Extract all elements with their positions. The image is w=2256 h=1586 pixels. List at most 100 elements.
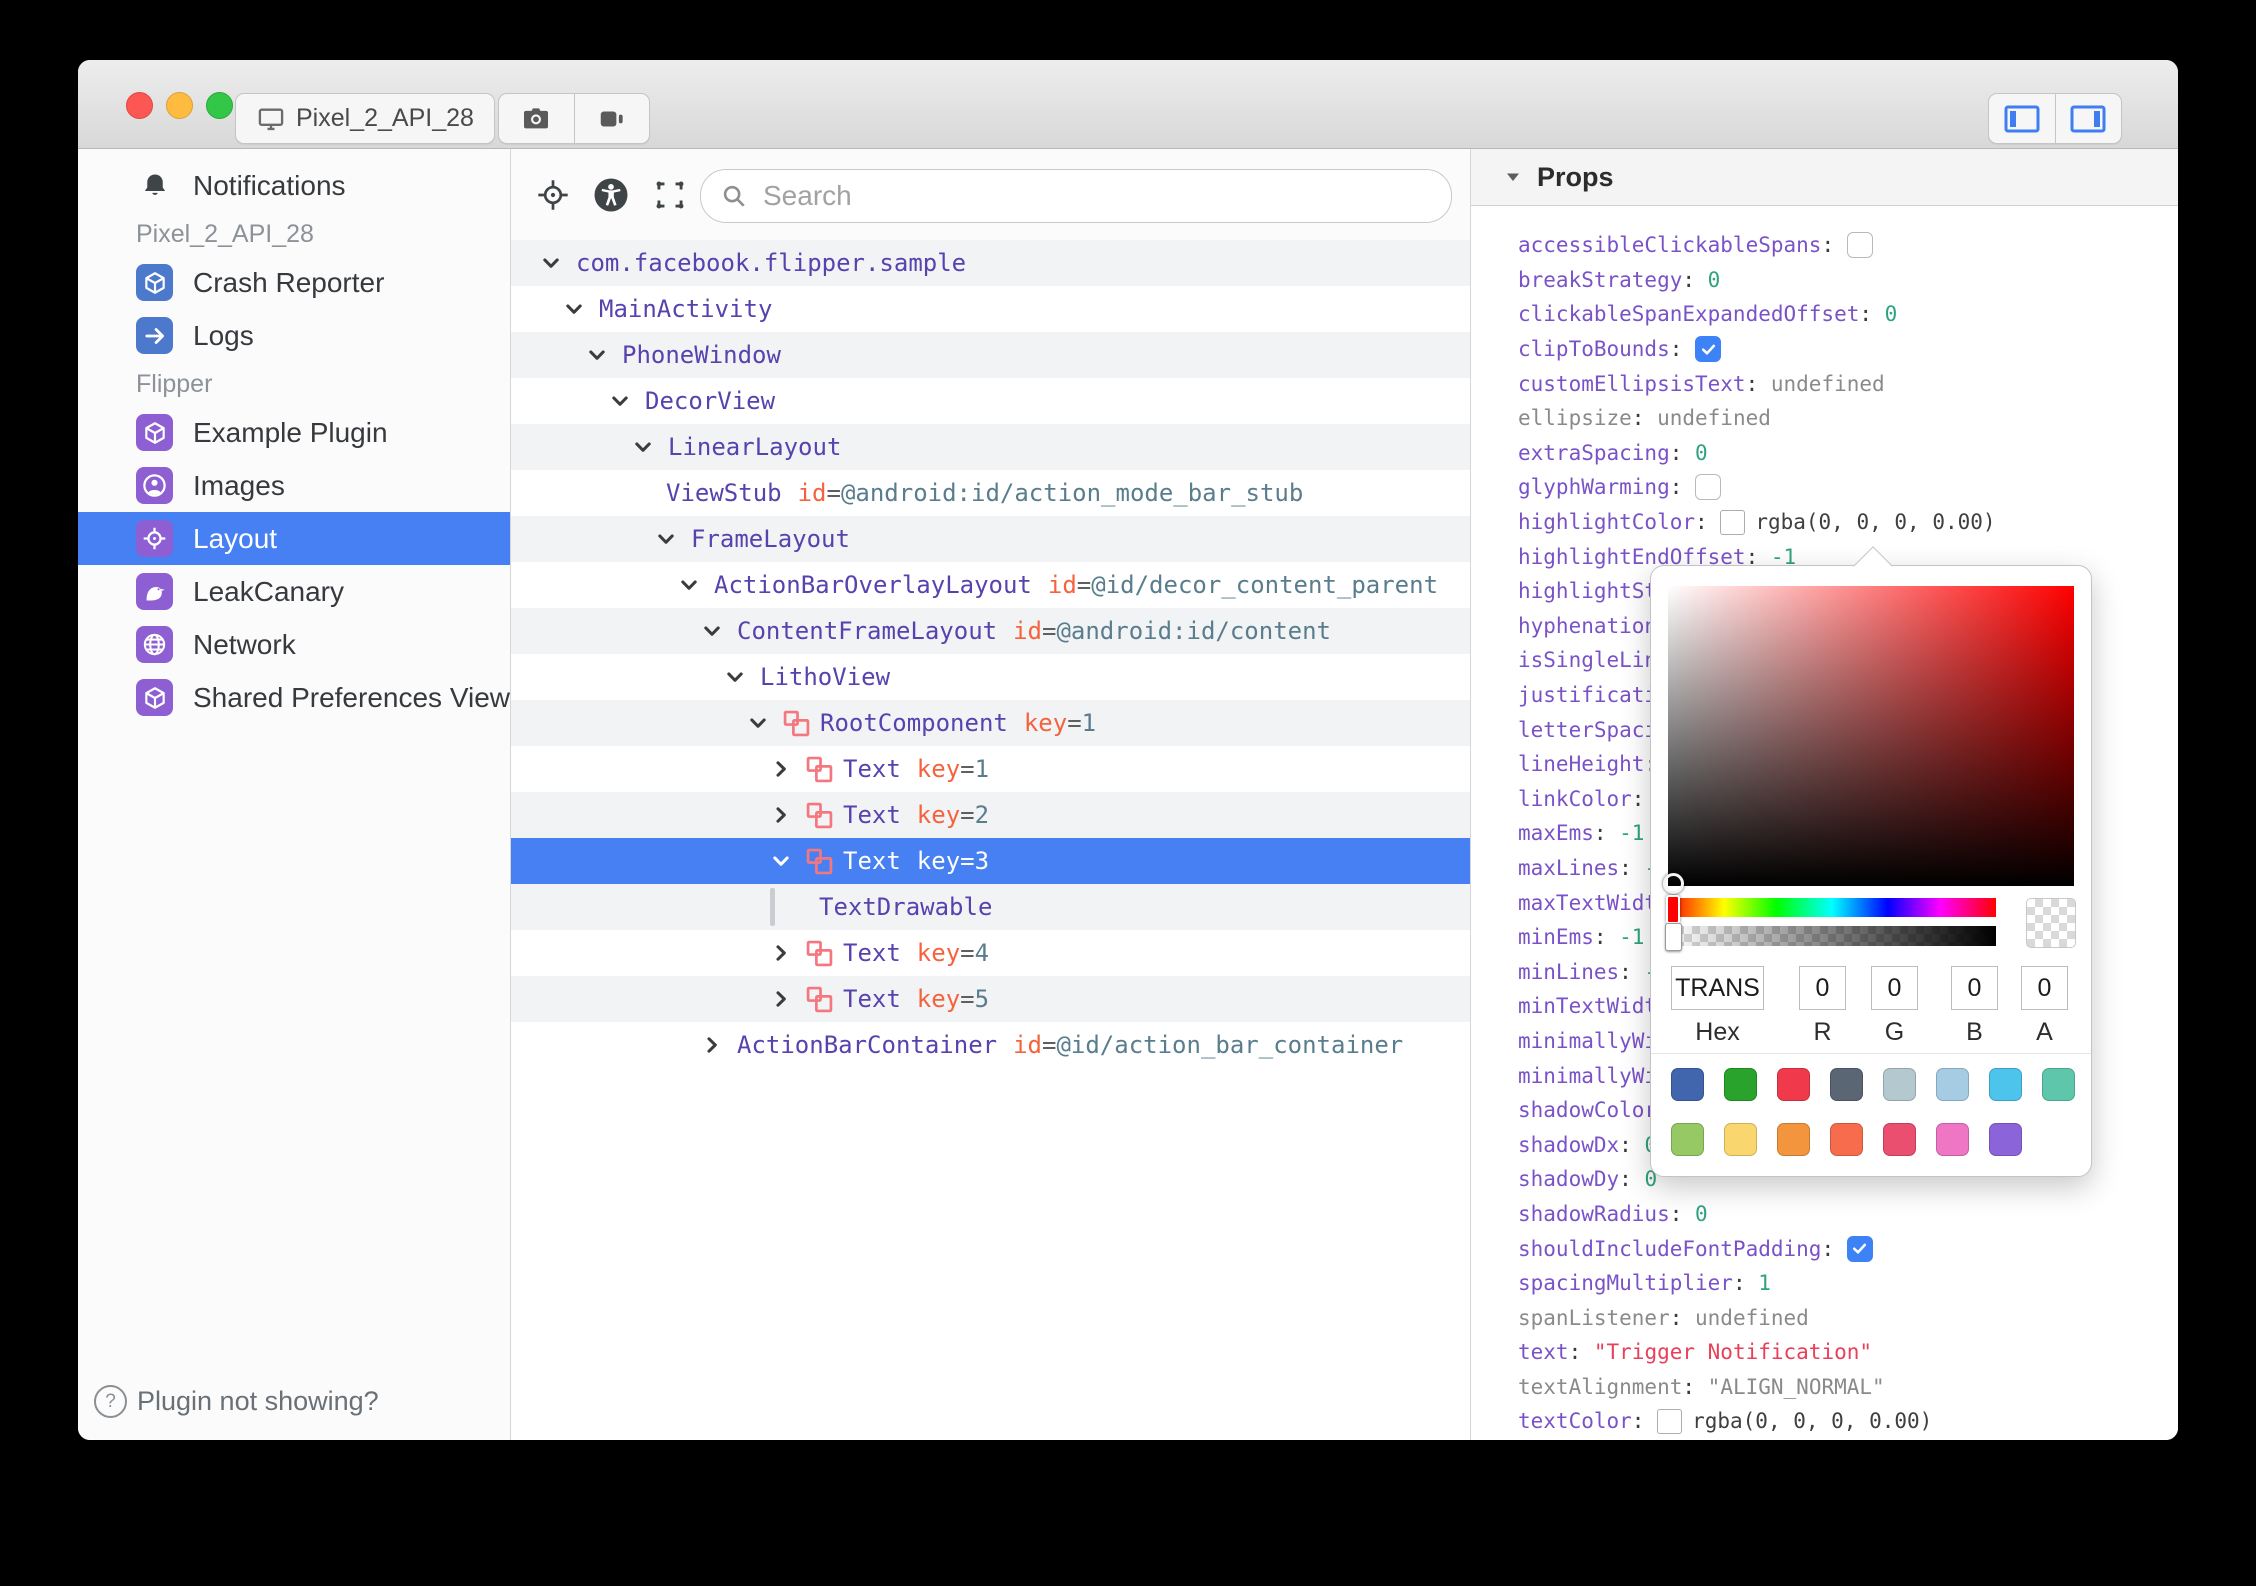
chevron-right-icon[interactable] [770,804,792,826]
tree-node-RootComponent[interactable]: RootComponent key=1 [511,700,1470,746]
color-swatch[interactable] [1671,1123,1704,1156]
color-chip[interactable] [1720,509,1746,535]
alpha-input[interactable] [2021,966,2068,1010]
alpha-slider-handle[interactable] [1665,923,1682,951]
attribute-key: key [916,801,961,829]
color-swatch[interactable] [1830,1068,1863,1101]
chevron-down-icon[interactable] [678,574,700,596]
color-chip[interactable] [1657,1408,1683,1434]
tree-node-ActionBarOverlayLayout[interactable]: ActionBarOverlayLayout id=@id/decor_conte… [511,562,1470,608]
blue-input[interactable] [1951,966,1998,1010]
tree-node-PhoneWindow[interactable]: PhoneWindow [511,332,1470,378]
tree-node-TextDrawable[interactable]: TextDrawable [511,884,1470,930]
expand-selection-button[interactable] [651,176,689,214]
tree-node-ContentFrameLayout[interactable]: ContentFrameLayout id=@android:id/content [511,608,1470,654]
search-input[interactable] [761,179,1441,213]
hue-slider-handle[interactable] [1666,895,1680,924]
accessibility-mode-button[interactable] [593,177,629,213]
chevron-down-icon[interactable] [701,620,723,642]
attribute-value: 1 [974,755,990,783]
chevron-down-icon[interactable] [770,850,792,872]
sidebar-item-shared-preferences[interactable]: Shared Preferences Viewer [78,671,510,724]
tree-node-Text[interactable]: Text key=1 [511,746,1470,792]
hue-slider[interactable] [1666,895,1996,924]
chevron-down-icon[interactable] [609,390,631,412]
chevron-right-icon[interactable] [770,758,792,780]
screen-record-button[interactable] [575,94,650,143]
tree-node-ActionBarContainer[interactable]: ActionBarContainer id=@id/action_bar_cont… [511,1022,1470,1068]
prop-value: 0 [1884,302,1898,327]
saturation-picker-handle[interactable] [1663,873,1684,894]
props-section-header[interactable]: Props [1471,149,2178,206]
tree-node-LithoView[interactable]: LithoView [511,654,1470,700]
color-swatch[interactable] [1936,1123,1969,1156]
close-button[interactable] [126,92,153,119]
sidebar-item-crash-reporter[interactable]: Crash Reporter [78,256,510,309]
tree-node-Text[interactable]: Text key=2 [511,792,1470,838]
tree-node-MainActivity[interactable]: MainActivity [511,286,1470,332]
litho-component-icon [806,756,833,783]
color-swatch[interactable] [1883,1123,1916,1156]
prop-key: minLines [1518,959,1620,984]
chevron-right-icon[interactable] [701,1034,723,1056]
tree-node-Text[interactable]: Text key=3 [511,838,1470,884]
tree-node-ViewStub[interactable]: ViewStub id=@android:id/action_mode_bar_s… [511,470,1470,516]
sidebar-item-logs[interactable]: Logs [78,309,510,362]
color-swatch[interactable] [1724,1068,1757,1101]
color-swatch[interactable] [2042,1068,2075,1101]
sidebar-item-leakcanary[interactable]: LeakCanary [78,565,510,618]
tree-node-FrameLayout[interactable]: FrameLayout [511,516,1470,562]
prop-value: undefined [1695,1305,1809,1330]
color-swatch[interactable] [1830,1123,1863,1156]
plugin-help-link[interactable]: ? Plugin not showing? [94,1385,379,1418]
chevron-down-icon[interactable] [540,252,562,274]
sidebar-item-notifications[interactable]: Notifications [78,159,510,212]
toggle-left-sidebar-button[interactable] [1989,94,2055,143]
traffic-lights [126,92,233,119]
screenshot-button[interactable] [499,94,574,143]
prop-checkbox[interactable] [1846,232,1873,259]
prop-checkbox[interactable] [1695,336,1722,363]
chevron-down-icon[interactable] [724,666,746,688]
zoom-button[interactable] [206,92,233,119]
color-swatch[interactable] [1777,1123,1810,1156]
tree-node-name: ContentFrameLayout [737,617,998,645]
color-swatch[interactable] [1989,1068,2022,1101]
color-swatch[interactable] [1724,1123,1757,1156]
attribute-key: key [916,755,961,783]
toggle-right-sidebar-button[interactable] [2056,94,2122,143]
tree-node-DecorView[interactable]: DecorView [511,378,1470,424]
tree-node-Text[interactable]: Text key=5 [511,976,1470,1022]
prop-colon: : [1669,1201,1696,1226]
color-swatch[interactable] [1777,1068,1810,1101]
prop-checkbox[interactable] [1695,474,1722,501]
cube-icon [136,264,173,301]
sidebar-item-network[interactable]: Network [78,618,510,671]
chevron-down-icon[interactable] [586,344,608,366]
alpha-slider[interactable] [1665,923,1996,951]
green-input[interactable] [1871,966,1918,1010]
saturation-value-area[interactable] [1663,586,2074,894]
hex-input[interactable] [1671,966,1764,1010]
tree-node-Text[interactable]: Text key=4 [511,930,1470,976]
prop-checkbox[interactable] [1846,1235,1873,1262]
chevron-down-icon[interactable] [655,528,677,550]
chevron-down-icon[interactable] [563,298,585,320]
tree-node-LinearLayout[interactable]: LinearLayout [511,424,1470,470]
device-selector-button[interactable]: Pixel_2_API_28 [235,93,495,144]
chevron-right-icon[interactable] [770,942,792,964]
color-swatch[interactable] [1671,1068,1704,1101]
tree-node-com.facebook.flipper.sample[interactable]: com.facebook.flipper.sample [511,240,1470,286]
sidebar-item-layout[interactable]: Layout [78,512,510,565]
chevron-down-icon[interactable] [747,712,769,734]
target-mode-button[interactable] [535,177,571,213]
color-swatch[interactable] [1883,1068,1916,1101]
chevron-right-icon[interactable] [770,988,792,1010]
red-input[interactable] [1799,966,1846,1010]
color-swatch[interactable] [1989,1123,2022,1156]
color-swatch[interactable] [1936,1068,1969,1101]
minimize-button[interactable] [166,92,193,119]
sidebar-item-images[interactable]: Images [78,459,510,512]
chevron-down-icon[interactable] [632,436,654,458]
sidebar-item-example-plugin[interactable]: Example Plugin [78,406,510,459]
